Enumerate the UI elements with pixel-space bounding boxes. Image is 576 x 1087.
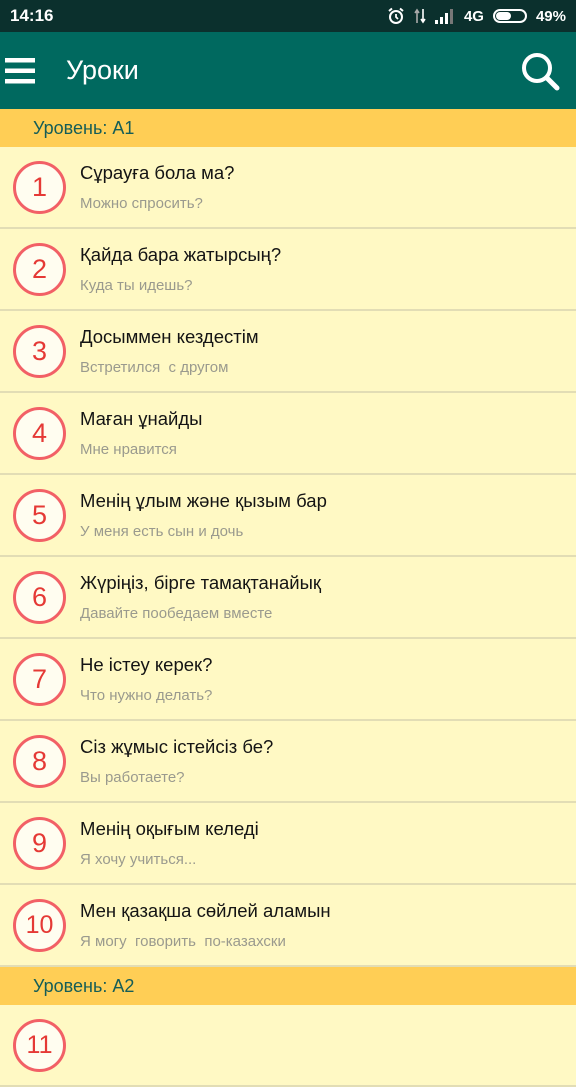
lesson-number-badge: 9	[13, 817, 66, 870]
lesson-subtitle: Я могу говорить по-казахски	[80, 933, 286, 950]
lesson-item[interactable]: 4 Маған ұнайды Мне нравится	[0, 393, 576, 475]
lesson-list: Уровень: A1 1 Сұрауға бола ма? Можно спроси…	[0, 109, 576, 1087]
status-bar: 14:16 4G 49%	[0, 0, 576, 32]
lesson-subtitle: Я хочу учиться...	[80, 851, 197, 868]
lesson-number-badge: 11	[13, 1019, 66, 1072]
lesson-title: Мен қазақша сөйлей аламын	[80, 900, 331, 921]
status-icons: 4G 49%	[387, 7, 566, 25]
lesson-item[interactable]: 2 Қайда бара жатырсың? Куда ты идешь?	[0, 229, 576, 311]
lesson-title: Қайда бара жатырсың?	[80, 244, 282, 265]
lesson-number-badge: 7	[13, 653, 66, 706]
lesson-number-badge: 5	[13, 489, 66, 542]
lesson-title: Не істеу керек?	[80, 654, 213, 675]
lesson-item[interactable]: 5 Менің ұлым және қызым бар У меня есть сы…	[0, 475, 576, 557]
hamburger-icon	[5, 57, 35, 83]
alarm-icon	[387, 7, 405, 25]
status-time: 14:16	[10, 6, 54, 25]
lesson-number-badge: 3	[13, 325, 66, 378]
signal-icon	[434, 8, 455, 24]
lesson-subtitle: Куда ты идешь?	[80, 277, 193, 294]
lesson-subtitle: У меня есть сын и дочь	[80, 523, 244, 540]
lesson-item[interactable]: 10 Мен қазақша сөйлей аламын Я могу говори…	[0, 885, 576, 967]
search-icon	[522, 52, 560, 90]
lesson-number-badge: 6	[13, 571, 66, 624]
lesson-item[interactable]: 9 Менің оқығым келеді Я хочу учиться...	[0, 803, 576, 885]
lesson-number-badge: 1	[13, 161, 66, 214]
lesson-number-badge: 4	[13, 407, 66, 460]
lesson-title: Досыммен кездестім	[80, 326, 259, 347]
search-button[interactable]	[504, 32, 576, 109]
lesson-subtitle: Что нужно делать?	[80, 687, 213, 704]
lesson-title: Сіз жұмыс істейсіз бе?	[80, 736, 274, 757]
lesson-item[interactable]: 8 Сіз жұмыс істейсіз бе? Вы работаете?	[0, 721, 576, 803]
app-bar: Уроки	[0, 32, 576, 109]
lesson-subtitle: Мне нравится	[80, 441, 177, 458]
menu-button[interactable]	[0, 32, 48, 109]
page-title: Уроки	[66, 55, 139, 85]
lesson-subtitle: Можно спросить?	[80, 195, 203, 212]
lesson-title: Менің ұлым және қызым бар	[80, 490, 327, 511]
battery-icon	[492, 9, 527, 23]
data-transfer-icon	[414, 7, 426, 25]
lesson-title: Жүріңіз, бірге тамақтанайық	[80, 572, 322, 593]
lesson-item[interactable]: 3 Досыммен кездестім Встретился с другом	[0, 311, 576, 393]
lesson-title: Менің оқығым келеді	[80, 818, 259, 839]
lesson-number-badge: 2	[13, 243, 66, 296]
section-header: Уровень: A2	[0, 967, 576, 1005]
lesson-item[interactable]: 1 Сұрауға бола ма? Можно спросить?	[0, 147, 576, 229]
lesson-subtitle: Встретился с другом	[80, 359, 229, 376]
lesson-title: Сұрауға бола ма?	[80, 162, 235, 183]
battery-fill	[495, 12, 511, 20]
lesson-number-badge: 10	[13, 899, 66, 952]
lesson-item[interactable]: 11	[0, 1005, 576, 1087]
lesson-item[interactable]: 7 Не істеу керек? Что нужно делать?	[0, 639, 576, 721]
network-type: 4G	[463, 7, 484, 25]
lesson-item[interactable]: 6 Жүріңіз, бірге тамақтанайық Давайте пооб…	[0, 557, 576, 639]
lesson-subtitle: Вы работаете?	[80, 769, 185, 786]
lesson-subtitle: Давайте пообедаем вместе	[80, 605, 273, 622]
section-header: Уровень: A1	[0, 109, 576, 147]
battery-percent: 49%	[535, 7, 566, 25]
lesson-number-badge: 8	[13, 735, 66, 788]
lesson-title: Маған ұнайды	[80, 408, 203, 429]
